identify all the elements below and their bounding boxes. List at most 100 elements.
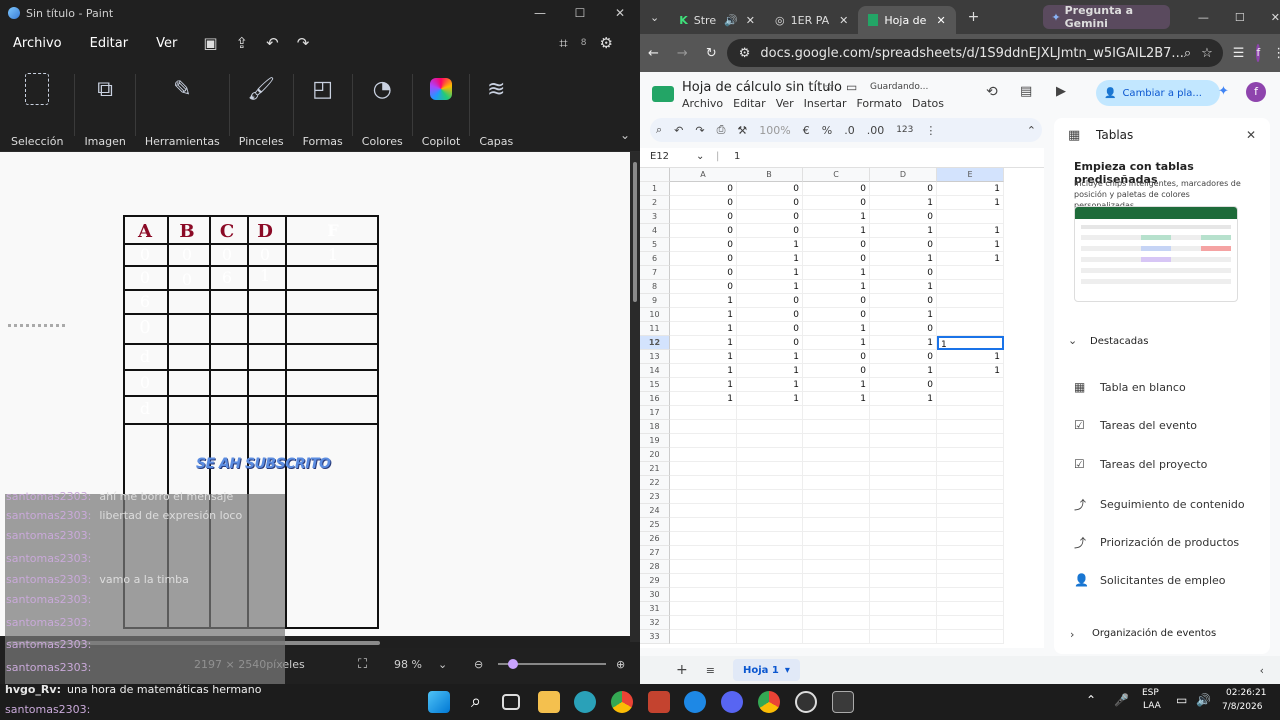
sheet-scroll-left-icon[interactable]: ‹ <box>1260 664 1264 677</box>
row-header[interactable]: 20 <box>640 448 670 462</box>
ribbon-colors[interactable]: ◔ Colores <box>353 66 412 149</box>
row-header[interactable]: 19 <box>640 434 670 448</box>
table-cell[interactable] <box>736 616 803 630</box>
table-cell[interactable] <box>736 602 803 616</box>
table-cell[interactable] <box>803 532 870 546</box>
table-cell[interactable]: 1 <box>870 392 937 406</box>
name-box[interactable]: E12 <box>650 151 669 162</box>
row-header[interactable]: 18 <box>640 420 670 434</box>
redo-icon[interactable]: ↷ <box>689 124 710 137</box>
table-cell[interactable]: 0 <box>870 378 937 392</box>
table-cell[interactable] <box>870 420 937 434</box>
ribbon-expand-chevron-icon[interactable]: ⌄ <box>620 128 630 142</box>
ribbon-tools[interactable]: ✎ Herramientas <box>136 66 229 149</box>
table-cell[interactable] <box>670 630 737 644</box>
table-cell[interactable] <box>803 630 870 644</box>
table-cell[interactable] <box>736 532 803 546</box>
table-cell[interactable]: 1 <box>736 378 803 392</box>
volume-icon[interactable]: 🔊 <box>1196 693 1211 707</box>
table-cell[interactable]: 1 <box>937 196 1004 210</box>
table-cell[interactable]: 1 <box>870 224 937 238</box>
network-icon[interactable]: ▭ <box>1176 693 1187 707</box>
table-cell[interactable]: 1 <box>937 364 1004 378</box>
table-cell[interactable]: 0 <box>736 308 803 322</box>
fit-screen-icon[interactable]: ⛶ <box>358 657 367 672</box>
number-format[interactable]: 123 <box>890 125 919 135</box>
table-cell[interactable] <box>870 504 937 518</box>
column-header-b[interactable]: B <box>736 168 803 182</box>
table-template-preview[interactable] <box>1074 206 1238 302</box>
site-info-icon[interactable]: ⚙ <box>739 46 751 61</box>
more-menu-icon[interactable]: ⋮ <box>1272 46 1280 61</box>
table-cell[interactable] <box>937 266 1004 280</box>
template-blank-table[interactable]: ▦ Tabla en blanco <box>1074 380 1186 394</box>
table-cell[interactable]: 0 <box>803 364 870 378</box>
table-cell[interactable]: 1 <box>670 336 737 350</box>
table-cell[interactable]: 0 <box>870 238 937 252</box>
template-product-priority[interactable]: ⤴ Priorización de productos <box>1074 534 1239 551</box>
table-cell[interactable] <box>670 532 737 546</box>
calculator-icon[interactable] <box>832 691 854 713</box>
ribbon-selection[interactable]: Selección <box>0 66 74 148</box>
table-cell[interactable] <box>736 406 803 420</box>
table-cell[interactable] <box>870 532 937 546</box>
sheets-logo-icon[interactable] <box>652 86 674 102</box>
table-cell[interactable]: 1 <box>670 308 737 322</box>
table-cell[interactable] <box>937 532 1004 546</box>
row-header[interactable]: 25 <box>640 518 670 532</box>
chrome-icon[interactable] <box>611 691 633 713</box>
row-header[interactable]: 9 <box>640 294 670 308</box>
row-header[interactable]: 4 <box>640 224 670 238</box>
menu-editar[interactable]: Editar <box>733 97 766 110</box>
collapse-toolbar-icon[interactable]: ⌃ <box>1021 124 1042 137</box>
table-cell[interactable] <box>870 490 937 504</box>
percent-format[interactable]: % <box>816 124 838 137</box>
search-icon[interactable]: ⌕ <box>1184 46 1191 61</box>
table-cell[interactable]: 0 <box>736 210 803 224</box>
table-cell[interactable] <box>670 448 737 462</box>
table-cell[interactable] <box>870 434 937 448</box>
save-icon[interactable]: ▣ <box>194 34 226 52</box>
table-cell[interactable] <box>670 546 737 560</box>
microphone-icon[interactable]: 🎤 <box>1114 693 1129 707</box>
meet-icon[interactable]: ▶ <box>1056 84 1066 99</box>
row-header[interactable]: 16 <box>640 392 670 406</box>
table-cell[interactable] <box>870 546 937 560</box>
table-cell[interactable] <box>870 574 937 588</box>
file-explorer-icon[interactable] <box>538 691 560 713</box>
row-header[interactable]: 32 <box>640 616 670 630</box>
table-cell[interactable] <box>736 560 803 574</box>
table-cell[interactable] <box>803 462 870 476</box>
table-cell[interactable]: 0 <box>870 266 937 280</box>
menu-formato[interactable]: Formato <box>857 97 903 110</box>
menu-insertar[interactable]: Insertar <box>804 97 847 110</box>
table-cell[interactable] <box>670 490 737 504</box>
tab-list-icon[interactable]: ☰ <box>1233 46 1245 61</box>
edge-icon[interactable] <box>684 691 706 713</box>
share-button[interactable]: 👤 Cambiar a pla... <box>1096 80 1220 106</box>
table-cell[interactable]: 0 <box>670 252 737 266</box>
table-cell[interactable] <box>937 406 1004 420</box>
table-cell[interactable]: 1 <box>736 350 803 364</box>
table-cell[interactable] <box>736 476 803 490</box>
address-bar[interactable]: ⚙ docs.google.com/spreadsheets/d/1S9ddnE… <box>726 39 1223 67</box>
table-cell[interactable] <box>736 630 803 644</box>
template-content-tracking[interactable]: ⤴ Seguimiento de contenido <box>1074 496 1245 513</box>
column-header-c[interactable]: C <box>803 168 870 182</box>
minimize-icon[interactable]: — <box>520 0 560 26</box>
row-header[interactable]: 1 <box>640 182 670 196</box>
table-cell[interactable]: 0 <box>736 182 803 196</box>
table-cell[interactable] <box>670 434 737 448</box>
table-cell[interactable]: 1 <box>736 252 803 266</box>
table-cell[interactable]: 1 <box>870 364 937 378</box>
ribbon-brushes[interactable]: 🖌 Pinceles <box>230 66 293 149</box>
table-cell[interactable] <box>937 518 1004 532</box>
add-sheet-icon[interactable]: + <box>676 662 688 678</box>
share-icon[interactable]: ⇪ <box>227 34 258 52</box>
history-icon[interactable]: ⟲ <box>986 84 998 100</box>
zoom-select[interactable]: 100% <box>753 124 796 137</box>
table-cell[interactable]: 1 <box>803 378 870 392</box>
increase-decimal[interactable]: .00 <box>861 124 891 137</box>
clock-time[interactable]: 02:26:21 <box>1226 688 1266 698</box>
table-cell[interactable]: 0 <box>736 294 803 308</box>
